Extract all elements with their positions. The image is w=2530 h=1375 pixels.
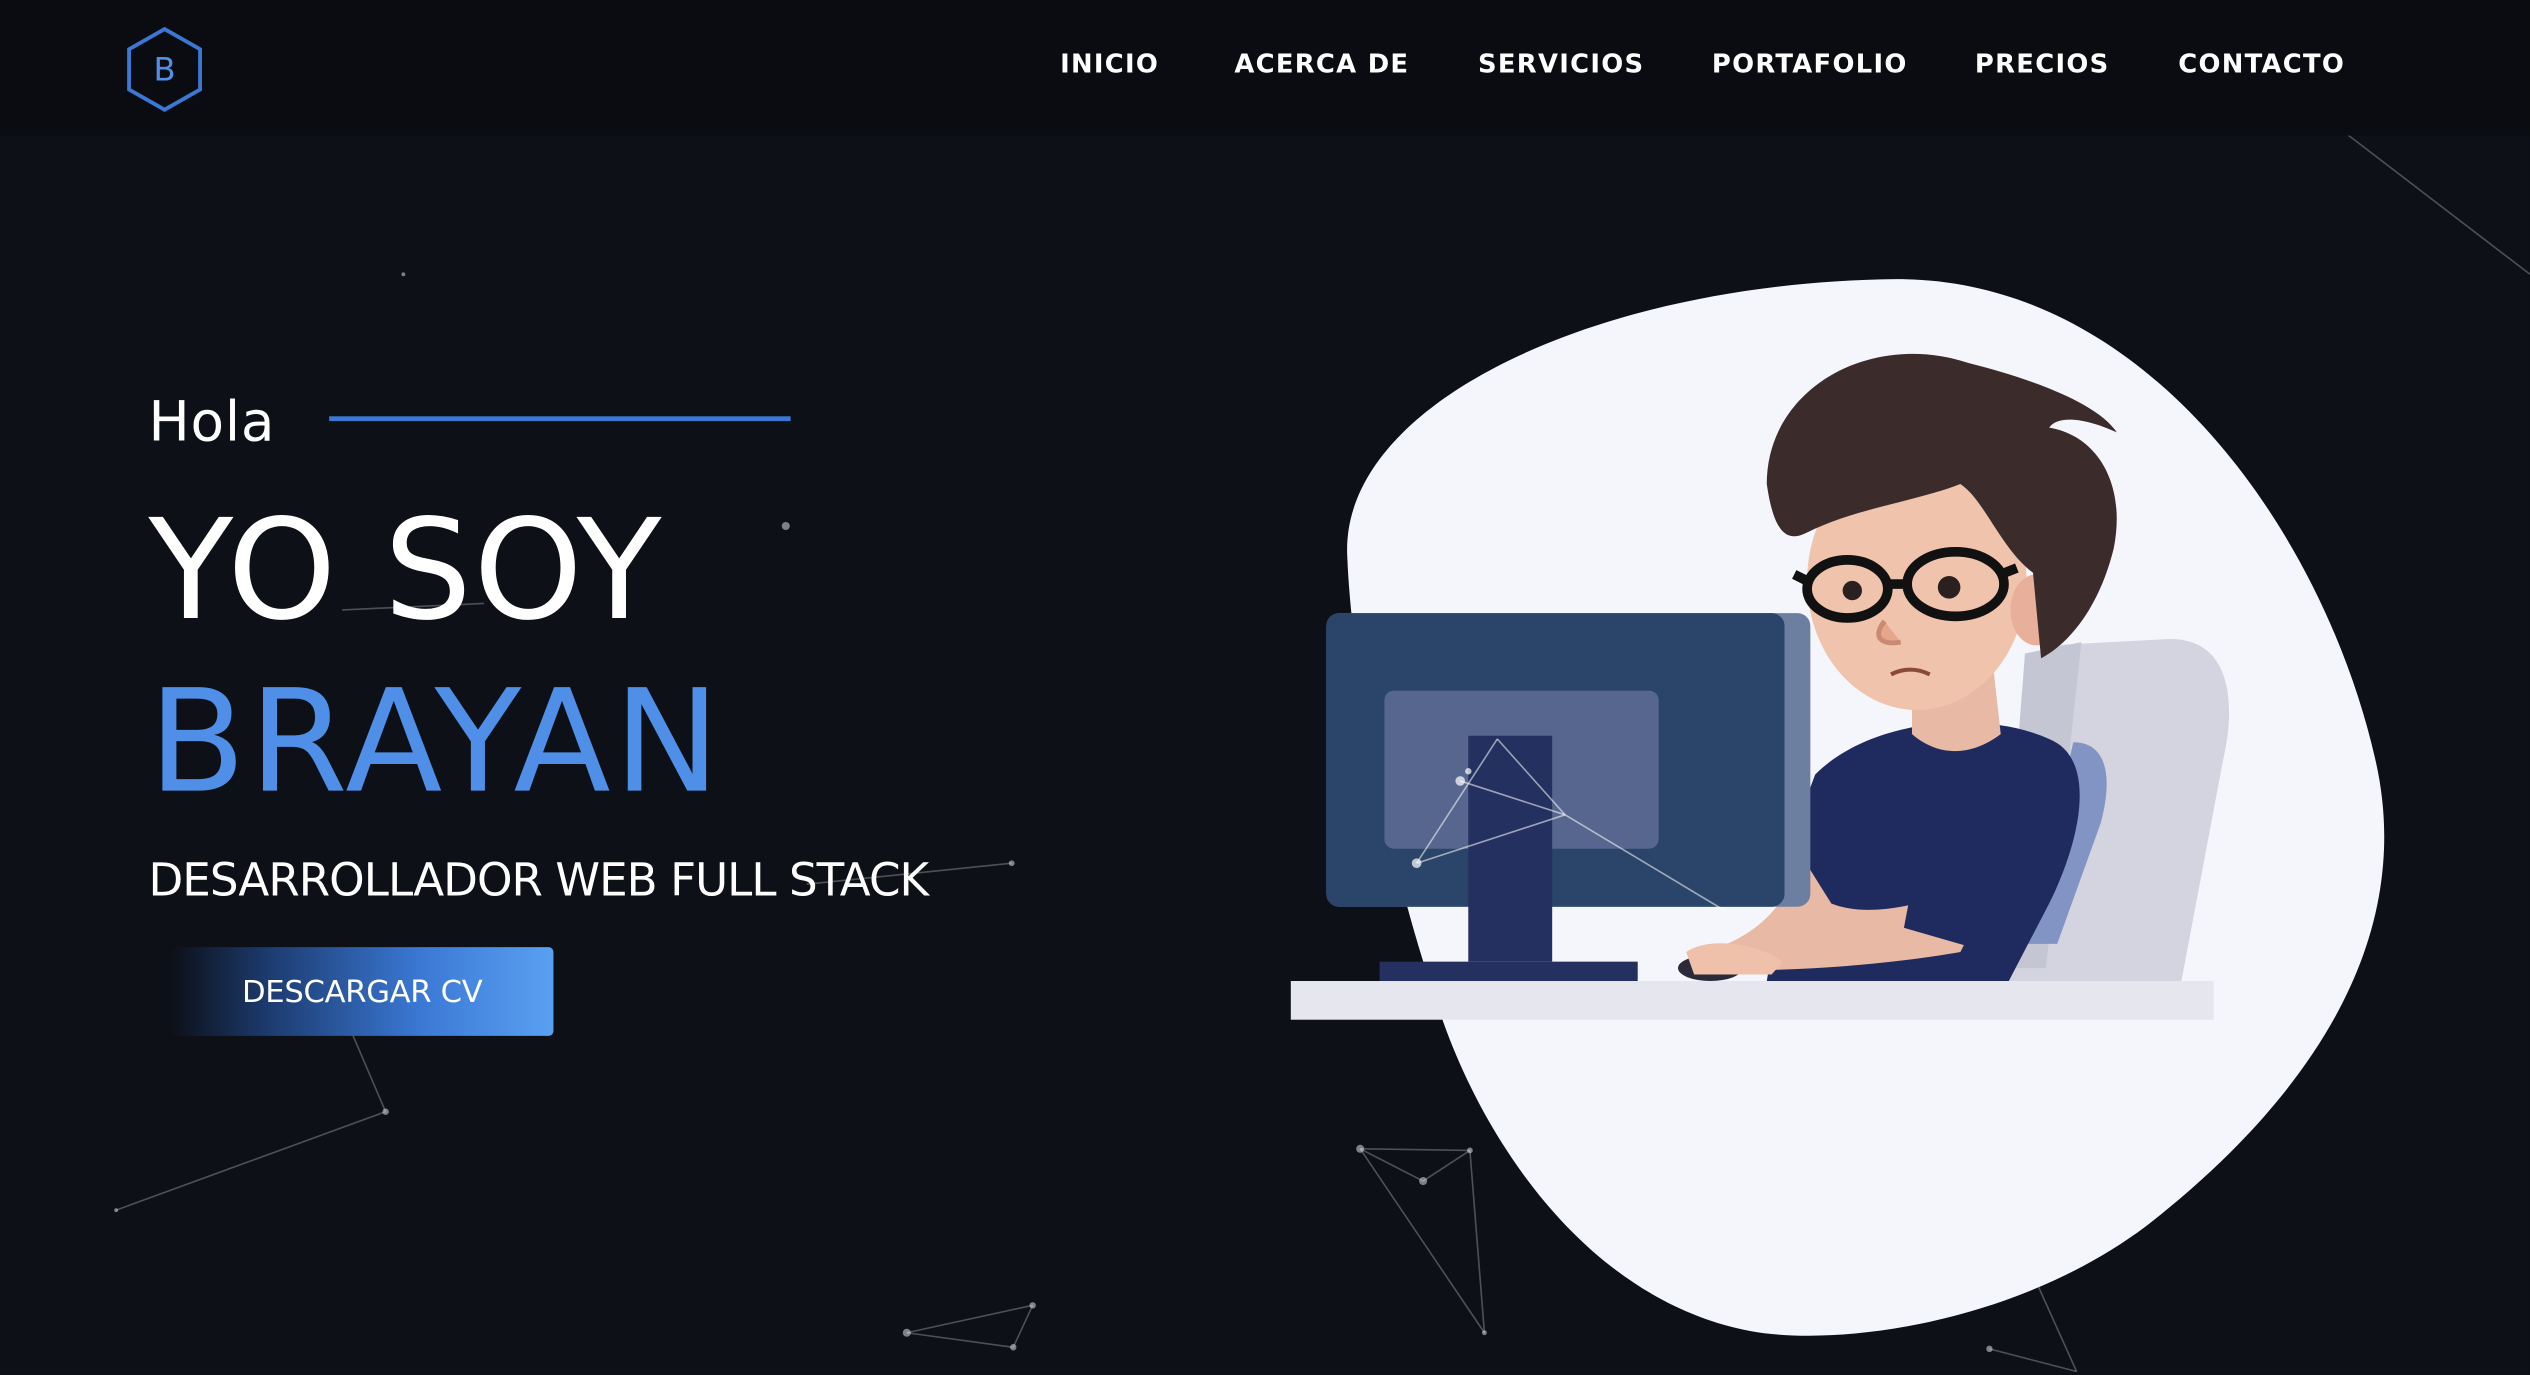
nav-link-servicios[interactable]: SERVICIOS (1478, 48, 1644, 79)
role-subtitle: DESARROLLADOR WEB FULL STACK (148, 853, 929, 907)
developer-illustration (1259, 242, 2421, 1371)
monitor-stand-base (1379, 961, 1638, 985)
nav-link-inicio[interactable]: INICIO (1060, 48, 1159, 79)
nav-link-contacto[interactable]: CONTACTO (2178, 48, 2345, 79)
intro-heading: YO SOY (148, 490, 664, 652)
greeting-text: Hola (148, 390, 276, 456)
top-navbar: B INICIO ACERCA DE SERVICIOS PORTAFOLIO … (0, 0, 2530, 136)
nav-link-precios[interactable]: PRECIOS (1975, 48, 2110, 79)
main-navigation: INICIO ACERCA DE SERVICIOS PORTAFOLIO PR… (0, 48, 2530, 87)
nav-link-acerca-de[interactable]: ACERCA DE (1234, 48, 1409, 79)
greeting-accent-line (329, 416, 791, 422)
download-cv-button[interactable]: DESCARGAR CV (171, 947, 554, 1036)
greeting-row: Hola (148, 387, 826, 458)
monitor-stand (1468, 735, 1553, 962)
nav-link-portafolio[interactable]: PORTAFOLIO (1712, 48, 1908, 79)
developer-illustration-svg (1290, 279, 2385, 1336)
name-heading: BRAYAN (148, 658, 724, 825)
desk (1290, 981, 2214, 1020)
